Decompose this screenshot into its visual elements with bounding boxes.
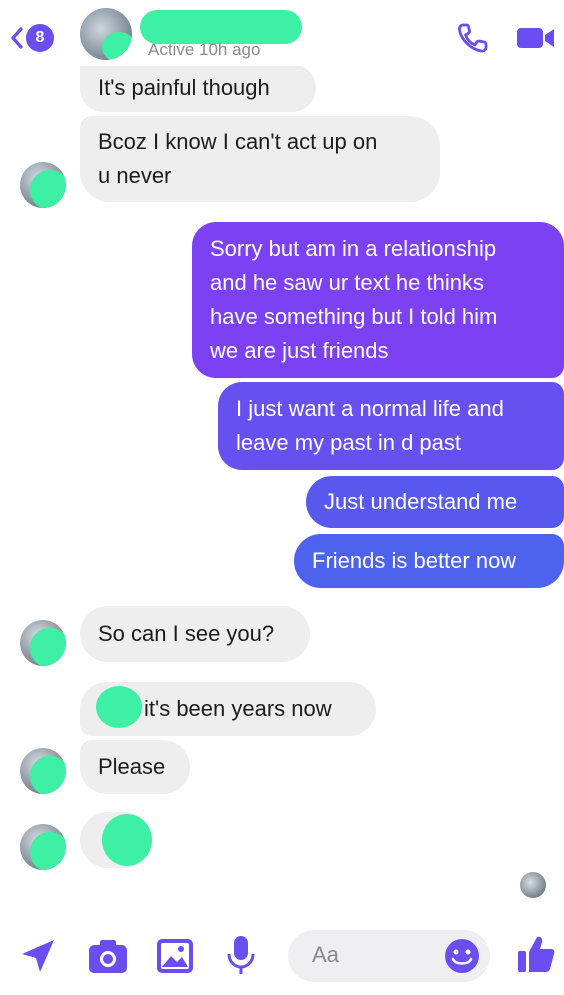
message-text-line: and he saw ur text he thinks xyxy=(210,270,484,295)
sender-avatar[interactable] xyxy=(20,620,66,666)
phone-icon[interactable] xyxy=(456,22,490,54)
message-text-line: I just want a normal life and xyxy=(236,396,504,421)
outgoing-message-bubble[interactable]: Sorry but am in a relationship and he sa… xyxy=(192,222,564,378)
back-chevron-icon xyxy=(11,27,23,49)
contact-avatar[interactable] xyxy=(80,8,132,60)
redaction-mark xyxy=(30,756,66,794)
redaction-mark xyxy=(96,686,142,728)
contact-name-redacted[interactable] xyxy=(140,10,302,44)
outgoing-message-bubble[interactable]: Just understand me xyxy=(306,476,564,528)
incoming-message-bubble[interactable]: Bcoz I know I can't act up on u never xyxy=(80,116,440,202)
unread-count-badge: 8 xyxy=(26,24,54,52)
message-text-line: u never xyxy=(98,163,172,188)
composer-bar: Aa xyxy=(0,920,564,995)
microphone-icon[interactable] xyxy=(226,934,256,976)
redaction-mark xyxy=(30,628,66,666)
outgoing-message-bubble[interactable]: Friends is better now xyxy=(294,534,564,588)
redaction-mark xyxy=(30,832,66,870)
back-button[interactable]: 8 xyxy=(10,24,54,52)
camera-icon[interactable] xyxy=(88,938,128,974)
thumbs-up-icon[interactable] xyxy=(516,934,556,974)
location-arrow-icon[interactable] xyxy=(18,936,58,976)
incoming-message-bubble[interactable]: Please xyxy=(80,740,190,794)
message-text: It's painful though xyxy=(98,75,270,100)
message-text-line: Sorry but am in a relationship xyxy=(210,236,497,261)
seen-indicator-avatar xyxy=(520,872,546,898)
active-status: Active 10h ago xyxy=(148,40,261,59)
sender-avatar[interactable] xyxy=(20,162,66,208)
message-text: Please xyxy=(98,754,166,779)
incoming-message-bubble[interactable]: It's painful though xyxy=(80,64,316,112)
sender-avatar[interactable] xyxy=(20,748,66,794)
message-text-line: leave my past in d past xyxy=(236,430,462,455)
sender-avatar[interactable] xyxy=(20,824,66,870)
message-text-line: Bcoz I know I can't act up on xyxy=(98,129,378,154)
video-camera-icon[interactable] xyxy=(516,26,556,50)
redaction-mark xyxy=(30,170,66,208)
message-text-line: have something but I told him xyxy=(210,304,498,329)
message-text: So can I see you? xyxy=(98,621,275,646)
message-input-placeholder: Aa xyxy=(312,942,339,967)
emoji-icon[interactable] xyxy=(444,938,480,974)
conversation-header: 8 Active 10h ago xyxy=(0,0,564,66)
redaction-mark xyxy=(102,32,132,60)
message-text: Friends is better now xyxy=(312,548,517,573)
message-text-line: we are just friends xyxy=(210,338,389,363)
image-icon[interactable] xyxy=(156,938,194,974)
outgoing-message-bubble[interactable]: I just want a normal life and leave my p… xyxy=(218,382,564,470)
redaction-mark xyxy=(102,814,152,866)
incoming-message-bubble[interactable]: So can I see you? xyxy=(80,606,310,662)
message-text: it's been years now xyxy=(144,696,332,721)
message-text: Just understand me xyxy=(324,489,518,514)
